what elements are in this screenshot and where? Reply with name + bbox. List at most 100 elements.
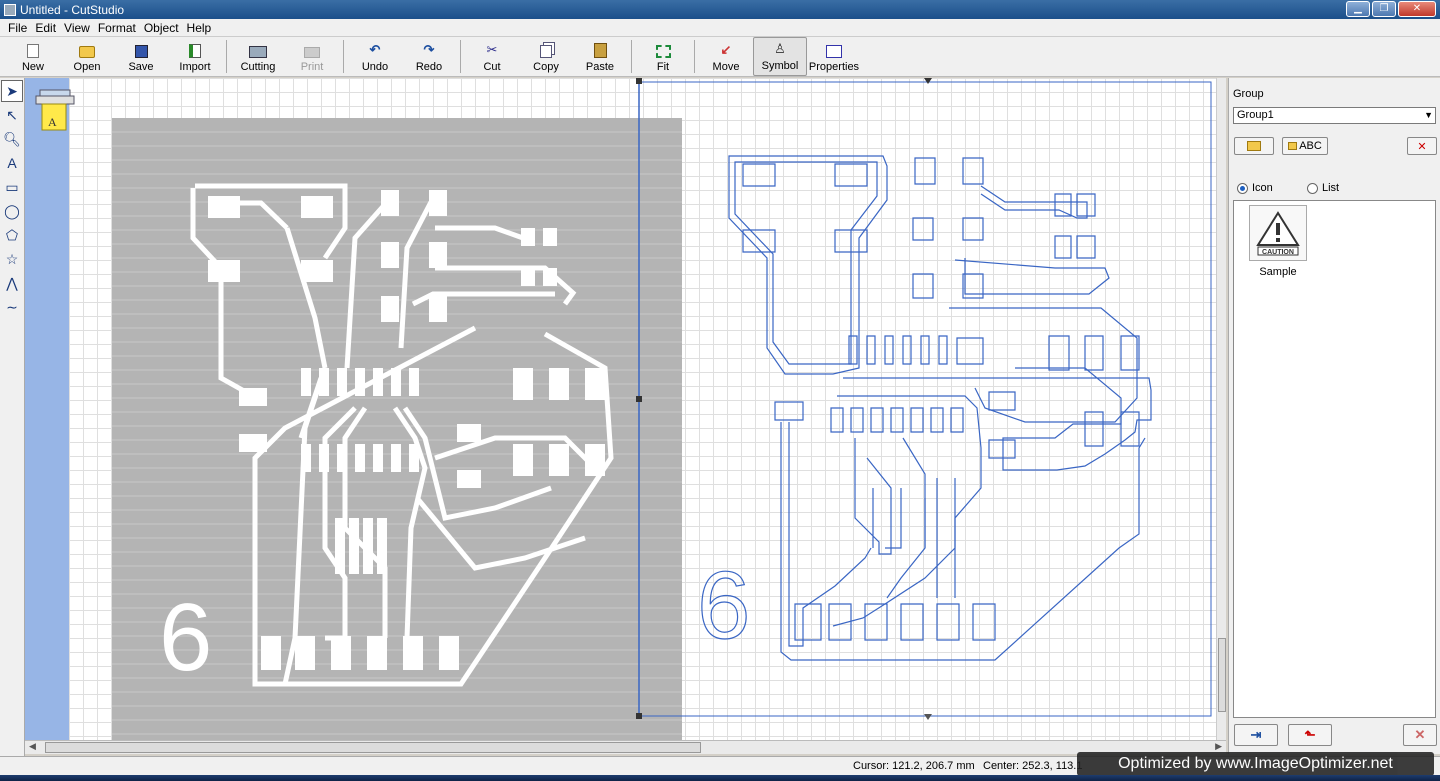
ellipse-tool[interactable]: ◯ — [1, 200, 23, 222]
copy-button[interactable]: Copy — [519, 37, 573, 76]
cut-button[interactable]: ✂ Cut — [465, 37, 519, 76]
toolbar-separator — [343, 40, 344, 73]
traced-outline[interactable] — [728, 155, 1152, 661]
toolbar-separator — [460, 40, 461, 73]
cutting-button[interactable]: Cutting — [231, 37, 285, 76]
horizontal-scrollbar[interactable]: ◀ ▶ — [25, 740, 1226, 754]
person-symbol-icon: ♙ — [774, 41, 786, 56]
insert-symbol-button[interactable]: ⇥ — [1234, 724, 1278, 746]
properties-button[interactable]: Properties — [807, 37, 861, 76]
radio-icon-view[interactable] — [1237, 182, 1248, 194]
scroll-left-arrow-icon[interactable]: ◀ — [29, 741, 36, 752]
toolbar-separator — [694, 40, 695, 73]
import-button[interactable]: Import — [168, 37, 222, 76]
scissors-icon: ✂ — [486, 42, 498, 57]
pcb-image[interactable]: 6 — [112, 118, 682, 740]
curve-icon: ∼ — [6, 298, 18, 315]
arrow-up-icon: ⬑ — [1304, 727, 1316, 742]
menu-format[interactable]: Format — [94, 21, 140, 35]
artwork-layer: 6 6 — [112, 78, 1212, 740]
board-number-label: 6 — [159, 584, 212, 691]
star-tool[interactable]: ☆ — [1, 248, 23, 270]
delete-group-button[interactable]: ✕ — [1407, 137, 1437, 155]
save-button[interactable]: Save — [114, 37, 168, 76]
delete-symbol-button[interactable]: ✕ — [1403, 724, 1437, 746]
symbol-thumbnail: CAUTION — [1249, 205, 1307, 261]
floppy-disk-icon — [134, 45, 148, 58]
text-symbol-button[interactable]: ABC — [1282, 137, 1328, 155]
view-icon-option[interactable]: Icon — [1237, 182, 1273, 194]
printer-icon — [304, 47, 320, 58]
move-button[interactable]: ↙ Move — [699, 37, 753, 76]
menu-file[interactable]: File — [4, 21, 31, 35]
magnifier-icon: 🔍︎ — [3, 130, 21, 147]
new-button[interactable]: New — [6, 37, 60, 76]
caution-sign-icon: CAUTION — [1256, 211, 1300, 256]
menu-bar: File Edit View Format Object Help — [0, 19, 1440, 37]
fit-button[interactable]: Fit — [636, 37, 690, 76]
view-list-option[interactable]: List — [1307, 182, 1339, 194]
menu-view[interactable]: View — [60, 21, 94, 35]
new-document-icon — [27, 44, 39, 58]
traced-number-label[interactable]: 6 — [696, 551, 751, 659]
menu-help[interactable]: Help — [183, 21, 216, 35]
undo-button[interactable]: ↶ Undo — [348, 37, 402, 76]
watermark-overlay: Optimized by www.ImageOptimizer.net — [1077, 752, 1434, 776]
copy-icon — [540, 45, 552, 58]
place-symbol-button[interactable]: ⬑ — [1288, 724, 1332, 746]
window-title: Untitled - CutStudio — [20, 2, 125, 17]
folder-open-icon — [79, 46, 95, 58]
cutter-icon — [249, 46, 267, 58]
vertical-scrollbar[interactable] — [1216, 78, 1226, 740]
menu-object[interactable]: Object — [140, 21, 183, 35]
text-tool[interactable]: A — [1, 152, 23, 174]
open-button[interactable]: Open — [60, 37, 114, 76]
polygon-tool[interactable]: ⬠ — [1, 224, 23, 246]
polyline-tool[interactable]: ⋀ — [1, 272, 23, 294]
pointer-icon: ➤ — [6, 82, 18, 99]
group-select-value: Group1 — [1237, 109, 1274, 121]
app-icon — [4, 3, 16, 16]
paste-button[interactable]: Paste — [573, 37, 627, 76]
import-icon — [189, 44, 201, 58]
symbol-list: CAUTION Sample — [1233, 200, 1436, 718]
move-icon: ↙ — [720, 42, 732, 57]
insert-icon: ⇥ — [1250, 727, 1262, 742]
curve-tool[interactable]: ∼ — [1, 296, 23, 318]
delete-icon: ✕ — [1417, 140, 1427, 153]
rectangle-tool[interactable]: ▭ — [1, 176, 23, 198]
radio-list-view[interactable] — [1307, 182, 1318, 194]
group-select[interactable]: Group1 ▼ — [1233, 107, 1436, 124]
drawing-canvas[interactable]: A 6 6 — [25, 78, 1226, 740]
vertical-scroll-thumb[interactable] — [1218, 638, 1226, 712]
symbol-button[interactable]: ♙ Symbol — [753, 37, 807, 76]
select-tool[interactable]: ➤ — [1, 80, 23, 102]
menu-edit[interactable]: Edit — [31, 21, 60, 35]
node-edit-tool[interactable]: ↖ — [1, 104, 23, 126]
open-group-button[interactable] — [1234, 137, 1274, 155]
minimize-button[interactable]: ▁ — [1346, 1, 1370, 17]
redo-icon: ↷ — [423, 42, 435, 57]
scroll-right-arrow-icon[interactable]: ▶ — [1215, 741, 1222, 752]
symbol-caption: Sample — [1259, 266, 1297, 278]
window-controls: ▁ ❐ ✕ — [1346, 1, 1436, 17]
group-label: Group — [1233, 88, 1264, 100]
title-bar: Untitled - CutStudio ▁ ❐ ✕ — [0, 0, 1440, 19]
undo-icon: ↶ — [369, 42, 381, 57]
toolbar-separator — [226, 40, 227, 73]
close-button[interactable]: ✕ — [1398, 1, 1436, 17]
symbol-sample[interactable]: CAUTION Sample — [1248, 205, 1308, 278]
toolbar: New Open Save Import Cutting Print ↶ Undo… — [0, 37, 1440, 77]
pentagon-icon: ⬠ — [5, 226, 19, 243]
print-button[interactable]: Print — [285, 37, 339, 76]
restore-button[interactable]: ❐ — [1372, 1, 1396, 17]
redo-button[interactable]: ↷ Redo — [402, 37, 456, 76]
taskbar — [0, 775, 1440, 781]
ellipse-icon: ◯ — [4, 202, 20, 219]
rectangle-icon: ▭ — [5, 178, 19, 195]
tool-palette: ➤ ↖ 🔍︎ A ▭ ◯ ⬠ ☆ ⋀ ∼ — [0, 78, 25, 758]
horizontal-scroll-thumb[interactable] — [45, 742, 701, 753]
zoom-tool[interactable]: 🔍︎ — [1, 128, 23, 150]
svg-text:CAUTION: CAUTION — [1262, 249, 1294, 256]
cursor-position: Cursor: 121.2, 206.7 mm — [853, 760, 975, 772]
